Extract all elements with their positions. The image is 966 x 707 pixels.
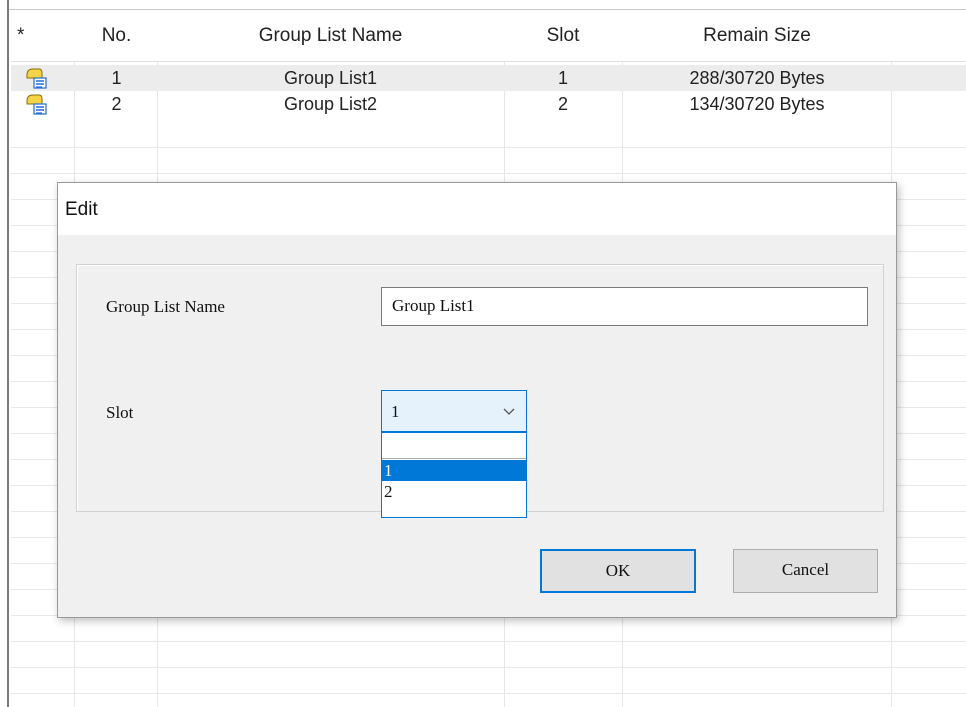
grid-row-divider <box>11 641 966 642</box>
slot-select-value: 1 <box>391 402 400 421</box>
slot-option-empty[interactable] <box>382 433 526 459</box>
group-list-icon <box>26 68 47 89</box>
column-header-group-list-name[interactable]: Group List Name <box>157 10 504 62</box>
table-header: * No. Group List Name Slot Remain Size <box>11 10 966 62</box>
group-list-name-input[interactable]: Group List1 <box>381 287 868 326</box>
cell-no: 1 <box>111 68 122 88</box>
table-row[interactable]: 2 Group List2 2 134/30720 Bytes <box>11 91 966 117</box>
cancel-button[interactable]: Cancel <box>733 549 878 593</box>
slot-option-1[interactable]: 1 <box>382 460 526 481</box>
slot-select[interactable]: 1 <box>381 390 527 432</box>
cell-slot: 2 <box>557 94 568 114</box>
column-header-no[interactable]: No. <box>75 10 158 62</box>
column-header-marker[interactable]: * <box>17 10 47 62</box>
grid-row-divider <box>11 173 966 174</box>
cell-group-list-name: Group List2 <box>283 94 378 114</box>
column-header-slot[interactable]: Slot <box>504 10 622 62</box>
ok-button[interactable]: OK <box>540 549 696 593</box>
chevron-down-icon <box>503 408 515 415</box>
dialog-title: Edit <box>65 199 98 220</box>
grid-row-divider <box>11 693 966 694</box>
cell-no: 2 <box>111 94 122 114</box>
slot-label: Slot <box>106 403 134 422</box>
cell-group-list-name: Group List1 <box>283 68 378 88</box>
slot-option-2[interactable]: 2 <box>382 481 526 502</box>
grid-row-divider <box>11 147 966 148</box>
grid-row-divider <box>11 667 966 668</box>
window-left-border <box>0 0 9 707</box>
cell-remain-size: 134/30720 Bytes <box>689 94 825 114</box>
group-list-name-label: Group List Name <box>106 297 225 316</box>
column-header-remain-size[interactable]: Remain Size <box>622 10 892 62</box>
cell-slot: 1 <box>557 68 568 88</box>
edit-dialog: Edit Group List Name Group List1 Slot 1 … <box>57 182 897 618</box>
slot-dropdown-list: 1 2 <box>381 432 527 518</box>
cell-remain-size: 288/30720 Bytes <box>689 68 825 88</box>
table-row[interactable]: 1 Group List1 1 288/30720 Bytes <box>11 65 966 91</box>
group-list-icon <box>26 94 47 115</box>
dialog-titlebar[interactable]: Edit <box>58 183 896 235</box>
